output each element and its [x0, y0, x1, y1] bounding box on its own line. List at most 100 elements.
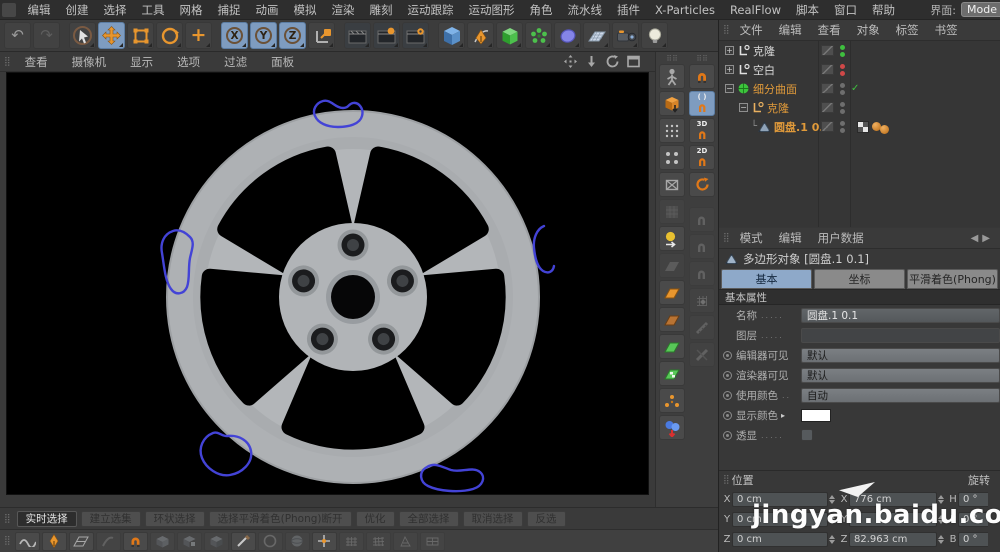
keyframe-circle-icon[interactable]: [723, 391, 732, 400]
menu-item[interactable]: 捕捉: [210, 2, 248, 18]
display-color-swatch[interactable]: [801, 409, 831, 422]
ring-selection-button[interactable]: 环状选择: [145, 511, 205, 527]
om-menu-item[interactable]: 对象: [849, 22, 888, 38]
om-menu-item[interactable]: 编辑: [771, 22, 810, 38]
magnet-tool-button[interactable]: [123, 532, 148, 551]
menu-item[interactable]: RealFlow: [722, 3, 788, 17]
menu-item[interactable]: 角色: [522, 2, 560, 18]
expand-toggle[interactable]: +: [725, 46, 734, 55]
viewport-menu-item[interactable]: 选项: [165, 54, 212, 70]
selection-tag-icon[interactable]: [880, 125, 889, 134]
menu-item[interactable]: 窗口: [826, 2, 864, 18]
editor-visibility-dot[interactable]: [840, 45, 845, 50]
live-selection-button[interactable]: 实时选择: [17, 511, 77, 527]
optimize-button[interactable]: 优化: [356, 511, 395, 527]
editor-visibility-dot[interactable]: [840, 121, 845, 126]
snap-guide-button[interactable]: [689, 315, 715, 340]
knife-tool-button[interactable]: [231, 532, 256, 551]
move-tool-button[interactable]: [98, 22, 125, 49]
render-visibility-dot[interactable]: [840, 128, 845, 133]
polygon-pen-tool-button[interactable]: [42, 532, 67, 551]
layer-toggle[interactable]: [821, 102, 834, 113]
render-view-button[interactable]: [344, 22, 371, 49]
editor-visible-select[interactable]: 默认: [801, 348, 1000, 363]
render-visibility-dot[interactable]: [840, 90, 845, 95]
lock-z-axis-button[interactable]: Z: [279, 22, 306, 49]
menu-item[interactable]: 渲染: [324, 2, 362, 18]
uv-mode-button[interactable]: [659, 199, 685, 224]
tab-coordinates[interactable]: 坐标: [814, 269, 905, 289]
scale-tool-button[interactable]: [127, 22, 154, 49]
disc-tool-button[interactable]: [258, 532, 283, 551]
expand-arrow-icon[interactable]: ▸: [781, 411, 785, 420]
menu-item[interactable]: 插件: [610, 2, 648, 18]
panel-grip[interactable]: ⣿: [0, 514, 13, 524]
om-menu-item[interactable]: 书签: [927, 22, 966, 38]
om-menu-item[interactable]: 文件: [732, 22, 771, 38]
toggle-view-icon[interactable]: [626, 54, 641, 69]
viewport-menu-item[interactable]: 显示: [118, 54, 165, 70]
orbit-view-icon[interactable]: [605, 54, 620, 69]
brush-tool-button[interactable]: [96, 532, 121, 551]
stepper[interactable]: [828, 532, 836, 547]
add-subdivision-surface-button[interactable]: [496, 22, 523, 49]
menu-item[interactable]: 工具: [134, 2, 172, 18]
editor-visibility-dot[interactable]: [840, 64, 845, 69]
add-metaball-button[interactable]: [554, 22, 581, 49]
panel-grip[interactable]: ⣿: [0, 536, 13, 546]
menu-item[interactable]: 运动跟踪: [400, 2, 461, 18]
workplane-y-button[interactable]: [659, 307, 685, 332]
collapse-toggle[interactable]: −: [739, 103, 748, 112]
pan-view-icon[interactable]: [563, 54, 578, 69]
workplane-x-button[interactable]: [659, 280, 685, 305]
render-visible-select[interactable]: 默认: [801, 368, 1000, 383]
snap-vertex-button[interactable]: [689, 207, 715, 232]
dolly-view-icon[interactable]: [584, 54, 599, 69]
menu-item[interactable]: 编辑: [20, 2, 58, 18]
bevel-tool-button[interactable]: [204, 532, 229, 551]
redo-button[interactable]: ↷: [33, 22, 60, 49]
menu-item[interactable]: 选择: [96, 2, 134, 18]
viewport-menu-item[interactable]: 过滤: [212, 54, 259, 70]
name-input[interactable]: 圆盘.1 0.1: [801, 308, 1000, 323]
invert-selection-button[interactable]: 反选: [527, 511, 566, 527]
add-spline-pen-button[interactable]: [467, 22, 494, 49]
am-menu-item[interactable]: 编辑: [771, 230, 810, 246]
size-z-input[interactable]: 82.963 cm: [849, 532, 937, 547]
basic-properties-section-header[interactable]: 基本属性: [719, 289, 1000, 305]
render-visibility-dot[interactable]: [840, 109, 845, 114]
panel-grip[interactable]: ⣿: [719, 25, 732, 35]
viewport-canvas[interactable]: [6, 72, 649, 495]
position-z-input[interactable]: 0 cm: [732, 532, 828, 547]
layer-input[interactable]: [801, 328, 1000, 343]
extrude-tool-button[interactable]: [150, 532, 175, 551]
generator-enabled-check[interactable]: ✓: [851, 83, 859, 94]
menu-item[interactable]: 脚本: [788, 2, 826, 18]
keyframe-circle-icon[interactable]: [723, 431, 732, 440]
select-all-button[interactable]: 全部选择: [399, 511, 459, 527]
axis-center-tool-button[interactable]: [312, 532, 337, 551]
render-visibility-dot[interactable]: [840, 71, 845, 76]
snap-3d-button[interactable]: 3D: [689, 118, 715, 143]
panel-grip[interactable]: ⣿: [719, 475, 732, 485]
layer-toggle[interactable]: [821, 83, 834, 94]
am-menu-item[interactable]: 用户数据: [810, 230, 872, 246]
object-row-cloner[interactable]: + 克隆: [719, 41, 1000, 60]
menu-item[interactable]: 雕刻: [362, 2, 400, 18]
snap-edge-button[interactable]: [689, 234, 715, 259]
workplane-mode-button[interactable]: [659, 253, 685, 278]
panel-grip[interactable]: ⣿: [719, 233, 732, 243]
object-row-null[interactable]: + 空白: [719, 60, 1000, 79]
render-to-picture-viewer-button[interactable]: [373, 22, 400, 49]
coordinate-system-button[interactable]: [308, 22, 335, 49]
keyframe-circle-icon[interactable]: [723, 411, 732, 420]
add-generator-button[interactable]: [525, 22, 552, 49]
snap-paren-button[interactable]: ( ): [689, 91, 715, 116]
render-settings-button[interactable]: [402, 22, 429, 49]
panel-grip[interactable]: ⣿: [0, 57, 13, 67]
texture-mode-button[interactable]: [659, 91, 685, 116]
enable-axis-button[interactable]: [659, 226, 685, 251]
viewport-menu-item[interactable]: 面板: [259, 54, 306, 70]
interface-layout-dropdown[interactable]: Mode: [961, 2, 1000, 17]
editor-visibility-dot[interactable]: [840, 102, 845, 107]
